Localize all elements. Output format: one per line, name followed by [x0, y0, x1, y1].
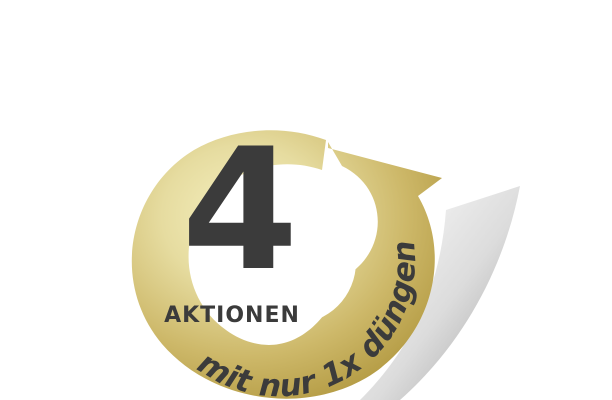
badge-canvas: 4 AKTIONEN mit nur 1x düngen — [0, 0, 612, 400]
badge-caption: AKTIONEN — [164, 303, 300, 328]
badge-graphic: 4 AKTIONEN mit nur 1x düngen — [131, 112, 520, 400]
badge-number: 4 — [182, 112, 299, 308]
